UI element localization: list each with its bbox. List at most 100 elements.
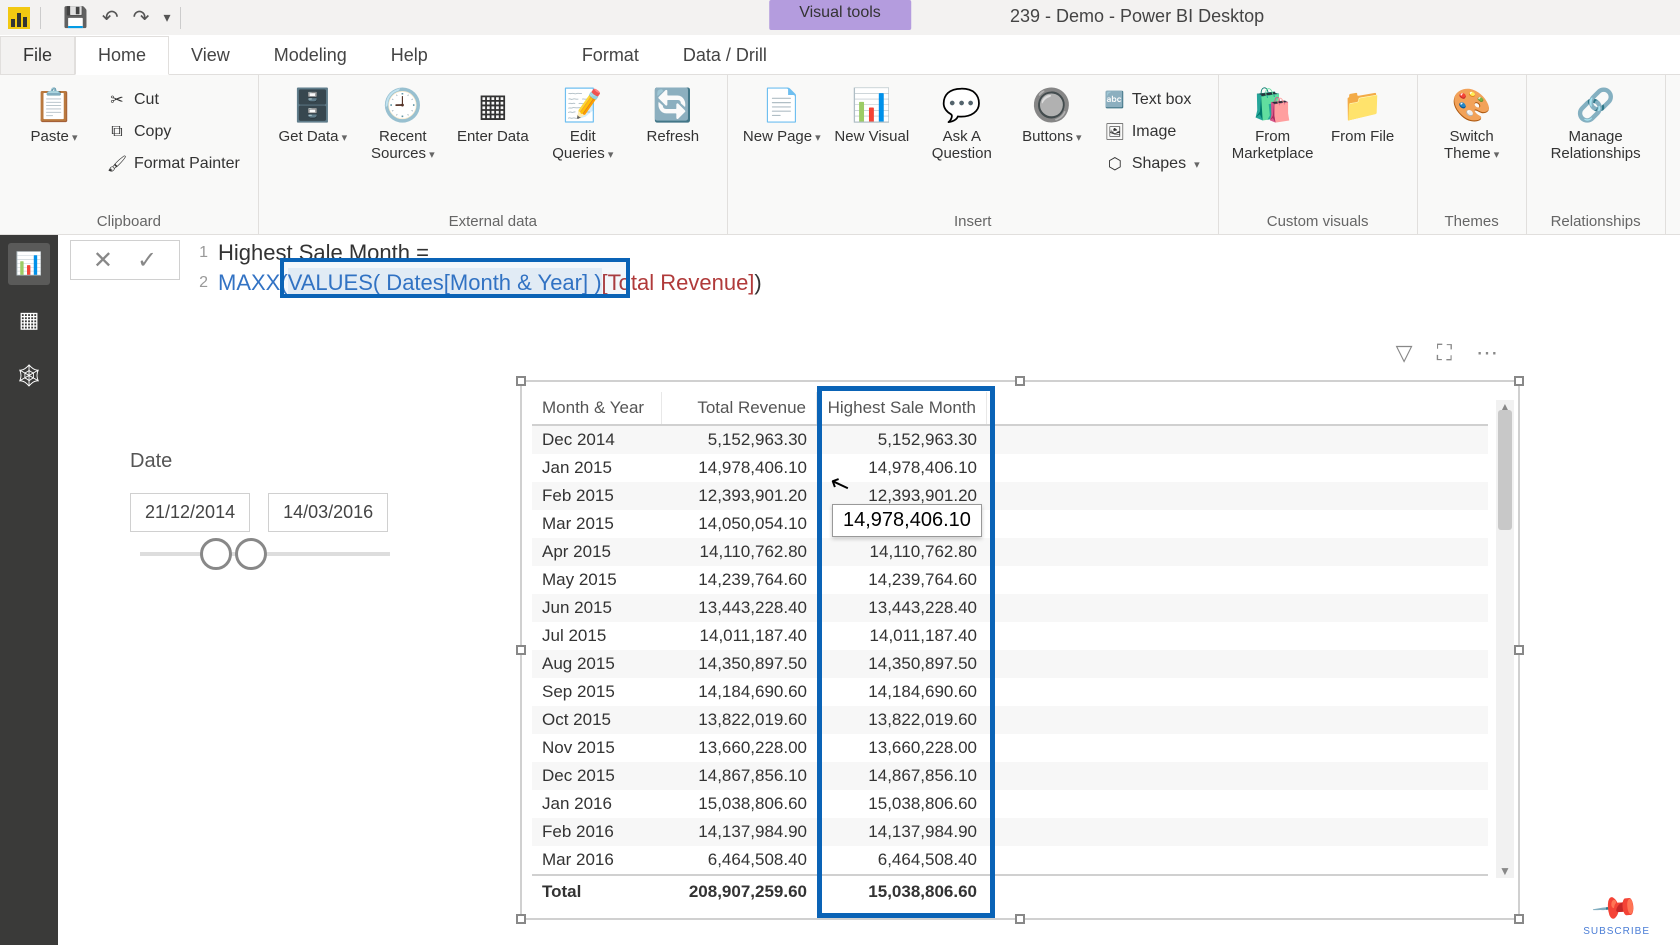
resize-handle[interactable]: [1015, 376, 1025, 386]
tab-file[interactable]: File: [0, 36, 75, 74]
undo-icon[interactable]: ↶: [102, 5, 119, 30]
header-highest-sale-month[interactable]: Highest Sale Month: [817, 392, 987, 424]
resize-handle[interactable]: [1514, 914, 1524, 924]
header-total-revenue[interactable]: Total Revenue: [662, 392, 817, 424]
slicer-track[interactable]: [140, 552, 390, 556]
group-relationships-label: Relationships: [1541, 209, 1651, 232]
buttons-label: Buttons: [1022, 129, 1081, 146]
data-view-button[interactable]: ▦: [8, 299, 50, 341]
new-page-icon: 📄: [762, 85, 802, 125]
cell-total-revenue: 13,822,019.60: [662, 706, 817, 734]
from-file-button[interactable]: 📁From File: [1323, 81, 1403, 146]
table-row[interactable]: May 201514,239,764.6014,239,764.60: [532, 566, 1488, 594]
formula-cancel-icon[interactable]: ✕: [93, 246, 113, 275]
tab-data-drill[interactable]: Data / Drill: [661, 37, 789, 74]
resize-handle[interactable]: [1514, 376, 1524, 386]
table-row[interactable]: Dec 20145,152,963.305,152,963.30: [532, 426, 1488, 454]
cell-highest-sale: 13,660,228.00: [817, 734, 987, 762]
cell-highest-sale: 14,978,406.10: [817, 454, 987, 482]
from-marketplace-button[interactable]: 🛍️From Marketplace: [1233, 81, 1313, 162]
date-slicer[interactable]: Date 21/12/2014 14/03/2016: [130, 450, 410, 556]
recent-sources-button[interactable]: 🕘Recent Sources: [363, 81, 443, 162]
edit-queries-button[interactable]: 📝Edit Queries: [543, 81, 623, 162]
formula-commit-icon[interactable]: ✓: [137, 246, 157, 275]
table-row[interactable]: Mar 201514,050,054.1014,050,054.10: [532, 510, 1488, 538]
shapes-button[interactable]: ⬡Shapes: [1102, 149, 1204, 179]
formula-editor[interactable]: 1Highest Sale Month = 2 MAXX( VALUES( Da…: [188, 238, 1670, 298]
get-data-button[interactable]: 🗄️Get Data: [273, 81, 353, 146]
image-label: Image: [1132, 123, 1176, 141]
table-visual[interactable]: ▽ ⛶ ⋯ Month & Year Total Revenue Highest…: [520, 380, 1520, 920]
report-view-button[interactable]: 📊: [8, 243, 50, 285]
header-month-year[interactable]: Month & Year: [532, 392, 662, 424]
formula-bar: ✕ ✓ 1Highest Sale Month = 2 MAXX( VALUES…: [70, 238, 1670, 300]
line-number: 1: [188, 238, 208, 268]
table-row[interactable]: Feb 201614,137,984.9014,137,984.90: [532, 818, 1488, 846]
tab-view[interactable]: View: [169, 37, 252, 74]
resize-handle[interactable]: [516, 914, 526, 924]
buttons-button[interactable]: 🔘Buttons: [1012, 81, 1092, 146]
new-page-button[interactable]: 📄New Page: [742, 81, 822, 146]
manage-relationships-button[interactable]: 🔗Manage Relationships: [1541, 81, 1651, 162]
filter-icon[interactable]: ▽: [1396, 340, 1413, 366]
formula-line-1: Highest Sale Month =: [218, 238, 429, 268]
table-row[interactable]: Feb 201512,393,901.2012,393,901.20: [532, 482, 1488, 510]
resize-handle[interactable]: [516, 645, 526, 655]
paste-button[interactable]: 📋 Paste: [14, 81, 94, 146]
redo-icon[interactable]: ↷: [133, 5, 150, 30]
slicer-handle-to[interactable]: [235, 538, 267, 570]
textbox-icon: 🔤: [1106, 91, 1124, 109]
table-row[interactable]: Jul 201514,011,187.4014,011,187.40: [532, 622, 1488, 650]
refresh-button[interactable]: 🔄Refresh: [633, 81, 713, 146]
switch-theme-button[interactable]: 🎨Switch Theme: [1432, 81, 1512, 162]
resize-handle[interactable]: [516, 376, 526, 386]
tab-modeling[interactable]: Modeling: [252, 37, 369, 74]
qat-customize-icon[interactable]: ▾: [163, 9, 170, 26]
table-row[interactable]: Apr 201514,110,762.8014,110,762.80: [532, 538, 1488, 566]
textbox-label: Text box: [1132, 91, 1192, 109]
resize-handle[interactable]: [1514, 645, 1524, 655]
cell-total-revenue: 14,350,897.50: [662, 650, 817, 678]
more-options-icon[interactable]: ⋯: [1476, 340, 1498, 366]
slicer-to-input[interactable]: 14/03/2016: [268, 493, 388, 532]
table-row[interactable]: Sep 201514,184,690.6014,184,690.60: [532, 678, 1488, 706]
enter-data-button[interactable]: ▦Enter Data: [453, 81, 533, 146]
scrollbar-vertical[interactable]: ▲ ▼: [1496, 400, 1514, 878]
ask-question-button[interactable]: 💬 Ask A Question: [922, 81, 1002, 162]
new-visual-button[interactable]: 📊New Visual: [832, 81, 912, 146]
save-icon[interactable]: 💾: [63, 5, 88, 30]
table-row[interactable]: Aug 201514,350,897.5014,350,897.50: [532, 650, 1488, 678]
cut-button[interactable]: ✂Cut: [104, 85, 244, 115]
group-clipboard-label: Clipboard: [14, 209, 244, 232]
table-row[interactable]: Mar 20166,464,508.406,464,508.40: [532, 846, 1488, 874]
table-row[interactable]: Dec 201514,867,856.1014,867,856.10: [532, 762, 1488, 790]
tab-home[interactable]: Home: [75, 36, 169, 75]
formula-measure: [Total Revenue]: [602, 268, 755, 298]
resize-handle[interactable]: [1015, 914, 1025, 924]
slicer-handle-from[interactable]: [200, 538, 232, 570]
image-button[interactable]: 🖼 Image: [1102, 117, 1204, 147]
scroll-down-icon[interactable]: ▼: [1496, 864, 1514, 878]
textbox-button[interactable]: 🔤 Text box: [1102, 85, 1204, 115]
table-row[interactable]: Nov 201513,660,228.0013,660,228.00: [532, 734, 1488, 762]
format-painter-button[interactable]: 🖌Format Painter: [104, 149, 244, 179]
tab-help[interactable]: Help: [369, 37, 450, 74]
model-view-button[interactable]: 🕸: [8, 355, 50, 397]
separator: [180, 7, 181, 29]
separator: [40, 7, 41, 29]
table-body: Dec 20145,152,963.305,152,963.30Jan 2015…: [532, 426, 1488, 874]
ask-question-icon: 💬: [942, 85, 982, 125]
cell-highest-sale: 13,443,228.40: [817, 594, 987, 622]
report-canvas[interactable]: Date 21/12/2014 14/03/2016 ▽ ⛶ ⋯ Month &…: [70, 320, 1670, 935]
copy-button[interactable]: ⧉Copy: [104, 117, 244, 147]
ask-question-label: Ask A Question: [922, 129, 1002, 162]
table-row[interactable]: Oct 201513,822,019.6013,822,019.60: [532, 706, 1488, 734]
focus-mode-icon[interactable]: ⛶: [1437, 340, 1452, 366]
table-row[interactable]: Jan 201615,038,806.6015,038,806.60: [532, 790, 1488, 818]
scroll-thumb[interactable]: [1498, 410, 1512, 530]
table-row[interactable]: Jun 201513,443,228.4013,443,228.40: [532, 594, 1488, 622]
table-row[interactable]: Jan 201514,978,406.1014,978,406.10: [532, 454, 1488, 482]
tab-format[interactable]: Format: [560, 37, 661, 74]
slicer-from-input[interactable]: 21/12/2014: [130, 493, 250, 532]
image-icon: 🖼: [1106, 123, 1124, 141]
